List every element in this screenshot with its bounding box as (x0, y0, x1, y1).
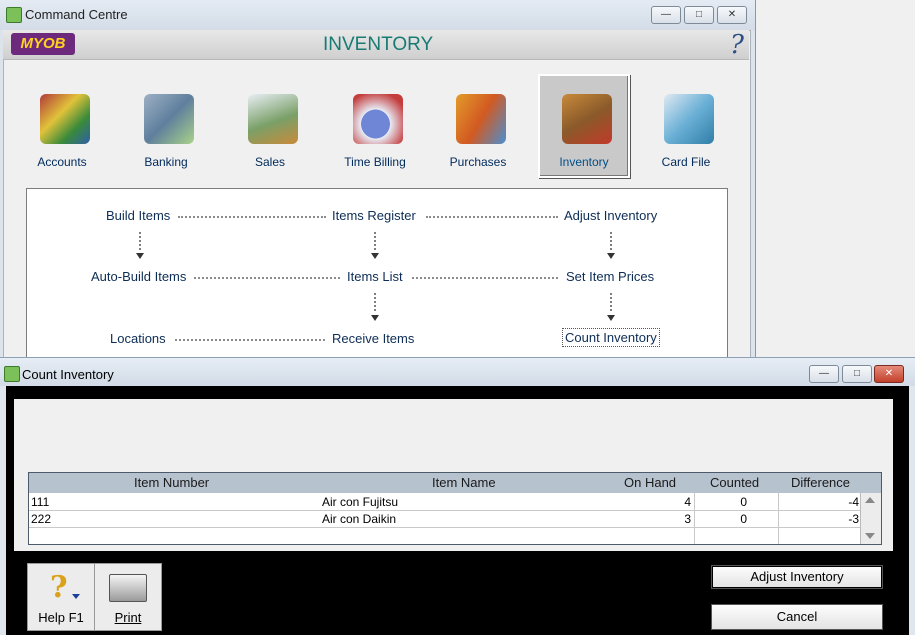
module-label: Accounts (37, 155, 87, 169)
print-button[interactable]: Print (94, 563, 162, 631)
cancel-button[interactable]: Cancel (711, 604, 883, 630)
printer-icon (109, 574, 147, 602)
flow-connector (175, 339, 325, 341)
myob-logo[interactable]: MYOB (11, 33, 75, 55)
table-row[interactable]: 222 Air con Daikin 3 0 -3 (29, 511, 860, 527)
window-title: Command Centre (25, 7, 128, 22)
app-icon (6, 7, 22, 23)
maximize-button[interactable]: □ (842, 365, 872, 383)
flow-connector (610, 293, 612, 311)
help-icon[interactable]: ? (730, 30, 744, 60)
column-header-item-name[interactable]: Item Name (432, 475, 496, 490)
cell-item-name: Air con Daikin (322, 512, 397, 526)
module-inventory[interactable]: Inventory (538, 74, 630, 178)
module-title: INVENTORY (323, 34, 434, 55)
adjust-inventory-button[interactable]: Adjust Inventory (711, 565, 883, 589)
flow-connector (178, 216, 326, 218)
app-icon (4, 366, 20, 382)
module-label: Banking (144, 155, 188, 169)
column-header-item-number[interactable]: Item Number (134, 475, 209, 490)
cell-on-hand: 4 (684, 495, 691, 509)
banking-icon (144, 94, 194, 144)
time-billing-icon (353, 94, 403, 144)
flow-connector (139, 232, 141, 250)
cell-item-number: 111 (31, 495, 50, 509)
module-time-billing[interactable]: Time Billing (331, 76, 419, 176)
module-sales[interactable]: Sales (226, 76, 314, 176)
flow-connector (610, 232, 612, 250)
auto-build-items-link[interactable]: Auto-Build Items (91, 269, 186, 284)
command-centre-header: MYOB INVENTORY ? (3, 30, 749, 60)
dropdown-arrow-icon (72, 594, 80, 599)
module-accounts[interactable]: Accounts (18, 76, 106, 176)
module-card-file[interactable]: Card File (642, 76, 730, 176)
help-button[interactable]: ? Help F1 (27, 563, 95, 631)
receive-items-link[interactable]: Receive Items (332, 331, 414, 346)
flow-arrow-icon (371, 315, 379, 321)
adjust-inventory-link[interactable]: Adjust Inventory (564, 208, 657, 223)
cell-difference: -4 (848, 495, 859, 509)
flow-connector (374, 232, 376, 250)
close-button[interactable]: ✕ (717, 6, 747, 24)
purchases-icon (456, 94, 506, 144)
print-label: Print (114, 610, 142, 625)
card-file-icon (664, 94, 714, 144)
flow-arrow-icon (136, 253, 144, 259)
flow-arrow-icon (607, 253, 615, 259)
cell-item-name: Air con Fujitsu (322, 495, 399, 509)
table-row[interactable]: 111 Air con Fujitsu 4 0 -4 (29, 494, 860, 510)
flow-connector (426, 216, 558, 218)
scroll-up-icon[interactable] (865, 497, 875, 503)
cell-item-number: 222 (31, 512, 52, 526)
inventory-icon (562, 94, 612, 144)
flow-arrow-icon (607, 315, 615, 321)
question-icon: ? (50, 570, 68, 605)
module-label: Inventory (559, 155, 609, 169)
column-header-on-hand[interactable]: On Hand (624, 475, 676, 490)
minimize-button[interactable]: — (651, 6, 681, 24)
module-banking[interactable]: Banking (122, 76, 210, 176)
scroll-down-icon[interactable] (865, 533, 875, 539)
close-button[interactable]: ✕ (874, 365, 904, 383)
minimize-button[interactable]: — (809, 365, 839, 383)
table-scrollbar[interactable] (860, 493, 881, 544)
help-label: Help F1 (38, 610, 84, 625)
column-header-difference[interactable]: Difference (791, 475, 850, 490)
flow-arrow-icon (371, 253, 379, 259)
count-inventory-link[interactable]: Count Inventory (562, 328, 660, 347)
cell-on-hand: 3 (684, 512, 691, 526)
flow-connector (412, 277, 558, 279)
row-divider (29, 527, 860, 528)
cell-counted[interactable]: 0 (699, 512, 747, 526)
module-label: Time Billing (344, 155, 406, 169)
items-register-link[interactable]: Items Register (332, 208, 416, 223)
locations-link[interactable]: Locations (110, 331, 166, 346)
build-items-link[interactable]: Build Items (106, 208, 170, 223)
column-header-counted[interactable]: Counted (710, 475, 759, 490)
cell-counted[interactable]: 0 (699, 495, 747, 509)
count-inventory-titlebar[interactable]: Count Inventory — □ ✕ (0, 357, 915, 386)
module-label: Card File (661, 155, 711, 169)
sales-icon (248, 94, 298, 144)
window-title: Count Inventory (22, 367, 114, 382)
flow-connector (194, 277, 340, 279)
cell-difference: -3 (848, 512, 859, 526)
flow-connector (374, 293, 376, 311)
set-item-prices-link[interactable]: Set Item Prices (566, 269, 654, 284)
module-label: Sales (254, 155, 286, 169)
module-label: Purchases (449, 155, 507, 169)
accounts-icon (40, 94, 90, 144)
module-purchases[interactable]: Purchases (434, 76, 522, 176)
items-list-link[interactable]: Items List (347, 269, 403, 284)
command-centre-titlebar[interactable]: Command Centre — □ ✕ (0, 0, 755, 30)
maximize-button[interactable]: □ (684, 6, 714, 24)
